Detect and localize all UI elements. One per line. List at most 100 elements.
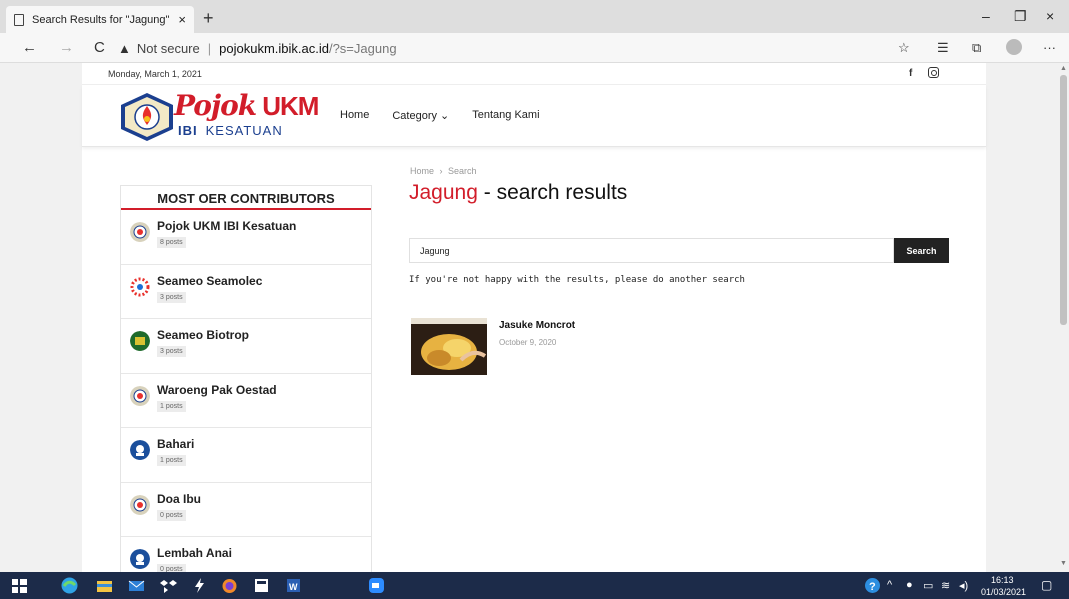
clock-time[interactable]: 16:13 xyxy=(991,575,1014,585)
logo-badge-icon[interactable] xyxy=(119,91,175,143)
dropbox-icon[interactable] xyxy=(160,577,177,594)
author-item[interactable]: Waroeng Pak Oestad 1 posts xyxy=(121,374,371,428)
author-post-count: 0 posts xyxy=(157,564,186,572)
author-avatar-icon xyxy=(130,277,150,296)
svg-text:?: ? xyxy=(869,581,876,593)
facebook-icon[interactable]: f xyxy=(909,68,912,79)
page-viewport: Monday, March 1, 2021 f Pojok UKM IBI KESA… xyxy=(0,63,1058,572)
back-button[interactable]: ← xyxy=(22,39,37,56)
logo-kesatuan: KESATUAN xyxy=(205,123,283,138)
search-button[interactable]: Search xyxy=(894,238,949,263)
breadcrumb: Home › Search xyxy=(410,166,477,176)
edge-browser-icon[interactable] xyxy=(61,577,78,594)
browser-tab[interactable]: Search Results for "Jagung" – Po × xyxy=(6,6,194,33)
more-menu-button[interactable]: ··· xyxy=(1043,40,1056,55)
new-tab-button[interactable]: + xyxy=(203,8,214,29)
main-menu: Home Category ⌄ Tentang Kami xyxy=(340,109,563,122)
author-name[interactable]: Bahari xyxy=(157,437,194,451)
author-avatar-icon xyxy=(130,549,150,569)
author-avatar-icon xyxy=(130,331,150,351)
widget-title: MOST OER CONTRIBUTORS xyxy=(121,186,371,210)
add-favorite-icon[interactable]: ☆ xyxy=(898,40,910,56)
logo-ukm: UKM xyxy=(262,91,319,121)
logo-title[interactable]: Pojok UKM xyxy=(174,89,319,122)
instagram-icon[interactable] xyxy=(928,67,939,78)
author-item[interactable]: Bahari 1 posts xyxy=(121,428,371,483)
mail-icon[interactable] xyxy=(128,577,145,594)
author-item[interactable]: Pojok UKM IBI Kesatuan 8 posts xyxy=(121,210,371,265)
reload-button[interactable]: C xyxy=(94,39,105,56)
url-host: pojokukm.ibik.ac.id xyxy=(219,40,329,56)
mic-icon[interactable]: ● xyxy=(906,579,913,591)
word-icon[interactable]: W xyxy=(285,577,302,594)
clock-date[interactable]: 01/03/2021 xyxy=(981,587,1026,597)
calculator-icon[interactable] xyxy=(253,577,270,594)
author-name[interactable]: Seameo Biotrop xyxy=(157,328,249,342)
close-window-button[interactable]: × xyxy=(1046,8,1054,24)
profile-avatar[interactable] xyxy=(1006,39,1022,55)
scroll-up-arrow-icon[interactable]: ▲ xyxy=(1060,65,1067,72)
scroll-thumb[interactable] xyxy=(1060,75,1067,325)
author-item[interactable]: Doa Ibu 0 posts xyxy=(121,483,371,537)
wifi-icon[interactable]: ≋ xyxy=(941,579,950,592)
author-name[interactable]: Lembah Anai xyxy=(157,546,232,560)
minimize-button[interactable]: – xyxy=(982,8,990,24)
author-item[interactable]: Seameo Biotrop 3 posts xyxy=(121,319,371,374)
scroll-down-arrow-icon[interactable]: ▼ xyxy=(1060,560,1067,567)
forward-button[interactable]: → xyxy=(59,39,74,56)
url-field[interactable]: ▲ Not secure | pojokukm.ibik.ac.id /?s=J… xyxy=(118,37,926,59)
scrollbar[interactable]: ▲ ▼ xyxy=(1058,63,1069,572)
result-title[interactable]: Jasuke Moncrot xyxy=(499,320,575,331)
browser-tab-bar: Search Results for "Jagung" – Po × + – ❐… xyxy=(0,0,1069,33)
logo-pojok: Pojok xyxy=(174,89,257,122)
top-bar: Monday, March 1, 2021 f xyxy=(82,63,986,85)
url-path: /?s=Jagung xyxy=(328,40,397,56)
page-title-suffix: - search results xyxy=(477,181,628,204)
result-thumbnail[interactable] xyxy=(411,318,487,375)
logo-subtitle: IBI KESATUAN xyxy=(178,123,283,138)
search-hint: If you're not happy with the results, pl… xyxy=(409,275,745,285)
notifications-icon[interactable]: ▢ xyxy=(1041,578,1052,592)
author-avatar-icon xyxy=(130,222,150,242)
firefox-icon[interactable] xyxy=(221,577,238,594)
url-separator: | xyxy=(207,40,212,56)
menu-item-category[interactable]: Category ⌄ xyxy=(392,109,449,122)
logo-ibi: IBI xyxy=(178,123,198,138)
breadcrumb-current: Search xyxy=(448,166,477,176)
site-header: Pojok UKM IBI KESATUAN Home Category ⌄ Ten… xyxy=(82,85,986,147)
author-name[interactable]: Waroeng Pak Oestad xyxy=(157,383,277,397)
search-input[interactable]: Jagung xyxy=(409,238,894,263)
author-post-count: 1 posts xyxy=(157,400,186,412)
not-secure-label: Not secure xyxy=(136,40,200,56)
page-icon xyxy=(14,13,24,26)
battery-icon[interactable]: ▭ xyxy=(923,579,933,592)
author-name[interactable]: Pojok UKM IBI Kesatuan xyxy=(157,219,296,233)
breadcrumb-home[interactable]: Home xyxy=(410,166,434,176)
author-name[interactable]: Doa Ibu xyxy=(157,492,201,506)
file-explorer-icon[interactable] xyxy=(96,577,113,594)
taskbar: W ? ^ ● ▭ ≋ ◂) 16:13 01/03/2021 ▢ xyxy=(0,572,1069,599)
tab-close-button[interactable]: × xyxy=(178,12,186,27)
author-name[interactable]: Seameo Seamolec xyxy=(157,274,262,288)
author-item[interactable]: Seameo Seamolec 3 posts xyxy=(121,265,371,319)
lightning-app-icon[interactable] xyxy=(191,577,208,594)
zoom-icon[interactable] xyxy=(368,577,385,594)
menu-item-home[interactable]: Home xyxy=(340,109,369,122)
svg-text:W: W xyxy=(289,582,298,592)
help-icon[interactable]: ? xyxy=(864,577,881,594)
collections-icon[interactable]: ⧉ xyxy=(972,40,981,56)
current-date: Monday, March 1, 2021 xyxy=(108,69,202,79)
menu-item-about[interactable]: Tentang Kami xyxy=(472,109,539,122)
tab-title: Search Results for "Jagung" – Po xyxy=(32,13,172,26)
author-post-count: 8 posts xyxy=(157,237,186,248)
author-post-count: 1 posts xyxy=(157,455,186,466)
windows-start-icon[interactable] xyxy=(11,577,28,594)
search-keyword: Jagung xyxy=(409,181,478,204)
restore-button[interactable]: ❐ xyxy=(1014,8,1027,25)
author-avatar-icon xyxy=(130,440,150,460)
author-item[interactable]: Lembah Anai 0 posts xyxy=(121,537,371,572)
page-title: Jagung - search results xyxy=(409,181,627,205)
favorites-icon[interactable]: ☰ xyxy=(937,40,949,56)
volume-icon[interactable]: ◂) xyxy=(959,579,968,592)
tray-arrow-icon[interactable]: ^ xyxy=(887,579,892,591)
